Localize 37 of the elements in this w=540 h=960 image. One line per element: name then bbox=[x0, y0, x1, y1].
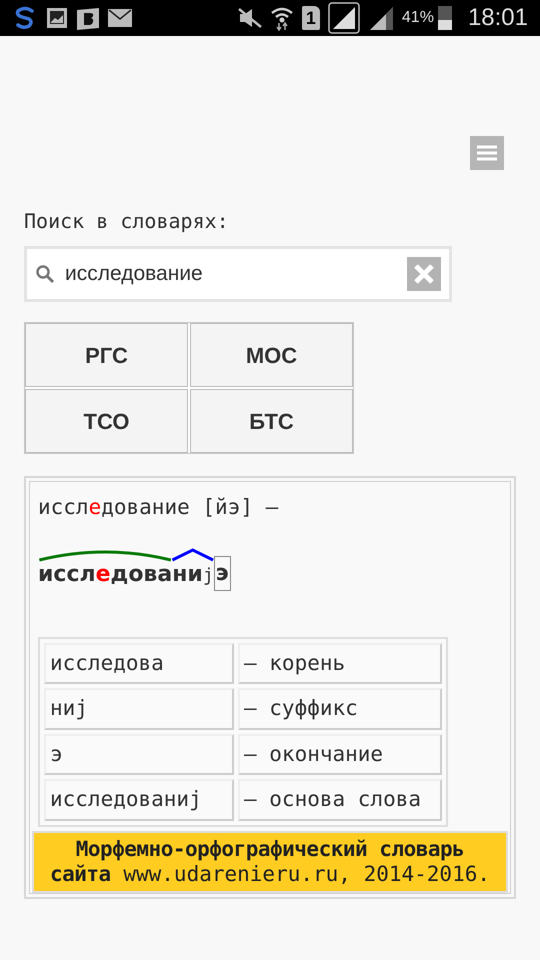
dictionary-button[interactable]: БТС bbox=[190, 389, 353, 453]
signal-icon bbox=[328, 2, 360, 34]
close-icon bbox=[413, 263, 435, 285]
search-bar[interactable]: исследование bbox=[24, 246, 452, 302]
suffix-caret bbox=[172, 548, 214, 562]
morpheme-cell: э bbox=[44, 734, 234, 775]
b-app-icon bbox=[76, 6, 100, 30]
signal-icon bbox=[368, 5, 394, 31]
dictionary-button[interactable]: МОС bbox=[190, 323, 353, 387]
battery-percent: 41% bbox=[402, 8, 434, 28]
menu-icon bbox=[477, 145, 497, 161]
mail-icon bbox=[108, 9, 132, 27]
search-field[interactable]: исследование bbox=[63, 257, 407, 291]
ending-morpheme: э bbox=[214, 556, 231, 590]
dictionary-button[interactable]: РГС bbox=[25, 323, 188, 387]
search-icon bbox=[35, 264, 55, 284]
footer-note: Морфемно-орфографический словарь сайта www.udarenieru.ru, 2014-2016. bbox=[32, 830, 508, 893]
morpheme-type-cell: – основа слова bbox=[238, 779, 442, 820]
search-label: Поиск в словарях: bbox=[24, 208, 230, 235]
morpheme-type-cell: – суффикс bbox=[238, 688, 442, 730]
morpheme-type-cell: – корень bbox=[238, 642, 442, 684]
mute-icon bbox=[238, 7, 262, 29]
wifi-icon bbox=[270, 5, 294, 31]
sim-icon: 1 bbox=[302, 6, 320, 30]
headword: исследование [йэ] – bbox=[37, 494, 280, 521]
clear-button[interactable] bbox=[407, 257, 441, 291]
morpheme-type-cell: – окончание bbox=[238, 734, 442, 775]
suffix-morpheme: ниj bbox=[172, 560, 214, 588]
morpheme-cell: ниj bbox=[44, 688, 234, 730]
gallery-icon bbox=[46, 6, 68, 30]
dictionary-button[interactable]: ТСО bbox=[25, 389, 188, 453]
menu-button[interactable] bbox=[470, 136, 504, 170]
morpheme-cell: исследова bbox=[44, 642, 234, 684]
status-time: 18:01 bbox=[468, 3, 528, 33]
battery-icon bbox=[438, 6, 452, 30]
morpheme-cell: исследованиj bbox=[44, 779, 234, 820]
root-morpheme: исследова bbox=[38, 560, 172, 588]
